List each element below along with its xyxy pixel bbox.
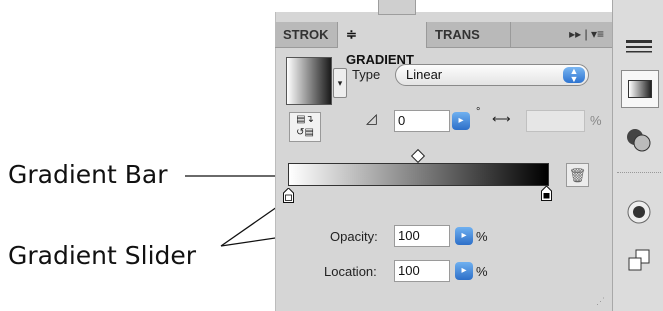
panel-menu-icon[interactable]: ▸▸ | ▾≡ [569,22,604,47]
opacity-label: Opacity: [330,229,378,244]
angle-input[interactable]: 0 [394,110,450,132]
reverse-gradient-icon: ▤↴ ↺▤ [296,114,314,138]
gradient-swatch[interactable] [286,57,332,105]
window-top-handle [378,0,416,15]
delete-stop-icon[interactable]: 🗑 [566,163,589,187]
swatch-dropdown-icon[interactable]: ▾ [333,68,347,98]
appearance-panel-icon[interactable] [623,196,655,228]
tab-gradient[interactable]: ≑ GRADIENT [338,22,427,67]
panel-tab-bar: STROK ≑ GRADIENT TRANS ▸▸ | ▾≡ [275,22,612,67]
select-arrows-icon: ▲ ▼ [563,67,585,84]
aspect-ratio-input [526,110,585,132]
resize-grip-icon[interactable]: ⋰ [596,296,605,307]
gradient-bar[interactable] [288,163,549,186]
tab-transparency[interactable]: TRANS [427,22,511,47]
dock-divider [617,172,661,173]
reverse-gradient-button[interactable]: ▤↴ ↺▤ [289,112,321,142]
location-unit: % [476,264,488,279]
opacity-unit: % [476,229,488,244]
angle-stepper-icon[interactable]: ▸ [452,112,470,130]
stroke-panel-icon[interactable] [623,32,655,64]
align-panel-icon[interactable] [623,244,655,276]
location-input[interactable]: 100 [394,260,450,282]
type-select[interactable]: Linear ▲ ▼ [395,64,589,86]
tab-stroke[interactable]: STROK [275,22,338,47]
gradient-stop-left[interactable] [283,188,294,203]
angle-unit: ° [476,106,481,118]
aspect-ratio-icon: ⟷ [492,111,511,126]
gradient-panel-icon[interactable] [621,70,659,108]
opacity-input[interactable]: 100 [394,225,450,247]
opacity-stepper-icon[interactable]: ▸ [455,227,473,245]
transparency-panel-icon[interactable] [623,124,655,156]
location-label: Location: [324,264,377,279]
type-select-value: Linear [406,67,443,82]
aspect-unit: % [590,113,602,128]
type-label: Type [352,67,381,82]
right-dock-toolbar [612,0,663,311]
angle-icon: ◿ [366,110,377,126]
gradient-stop-right[interactable] [541,186,552,201]
location-stepper-icon[interactable]: ▸ [455,262,473,280]
